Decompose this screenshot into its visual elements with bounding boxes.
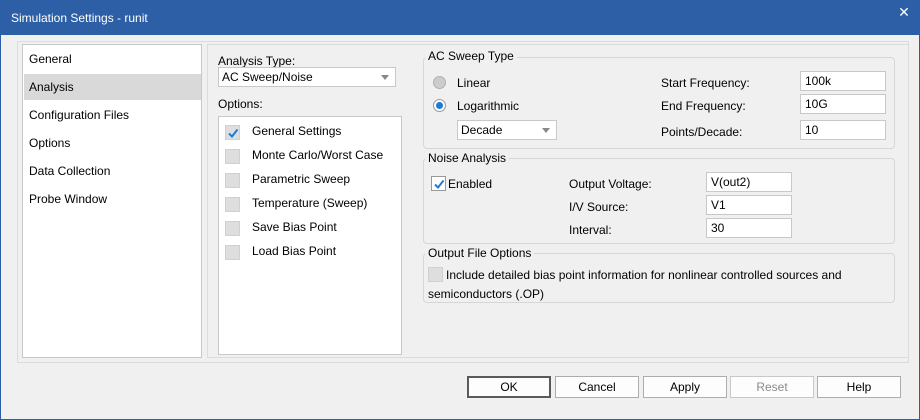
checkbox-icon[interactable] [225,197,240,212]
option-label: Load Bias Point [252,244,337,258]
bias-point-checkbox[interactable] [428,267,443,282]
nav-item-general[interactable]: General [24,46,201,72]
list-item-save-bias-point[interactable]: Save Bias Point [225,218,395,238]
checkbox-icon[interactable] [225,221,240,236]
nav-item-configuration-files[interactable]: Configuration Files [24,102,201,128]
list-item-temperature-sweep[interactable]: Temperature (Sweep) [225,194,395,214]
start-frequency-value: 100k [805,74,832,88]
list-item-monte-carlo[interactable]: Monte Carlo/Worst Case [225,146,395,166]
start-frequency-label: Start Frequency: [661,76,750,90]
output-voltage-field[interactable]: V(out2) [706,172,792,192]
output-voltage-value: V(out2) [711,175,751,189]
title-bar[interactable]: Simulation Settings - runit ✕ [1,1,919,35]
logarithmic-label: Logarithmic [457,99,520,113]
nav-item-label: Probe Window [29,192,108,206]
interval-label: Interval: [569,223,612,237]
iv-source-label: I/V Source: [569,200,629,214]
output-voltage-label: Output Voltage: [569,177,652,191]
log-type-select[interactable]: Decade [457,120,557,140]
option-label: Temperature (Sweep) [252,196,368,210]
iv-source-value: V1 [711,198,726,212]
noise-enabled-label: Enabled [448,177,493,191]
nav-item-label: General [29,52,72,66]
analysis-type-label: Analysis Type: [218,54,296,68]
log-type-value: Decade [461,123,503,137]
bias-point-label-line1: Include detailed bias point information … [446,268,842,282]
window-title: Simulation Settings - runit [11,11,148,25]
points-per-decade-field[interactable]: 10 [800,120,886,140]
end-frequency-field[interactable]: 10G [800,94,886,114]
interval-field[interactable]: 30 [706,218,792,238]
interval-value: 30 [711,221,725,235]
checkbox-icon[interactable] [225,173,240,188]
nav-item-label: Configuration Files [29,108,130,122]
ac-sweep-group-title: AC Sweep Type [425,49,517,63]
bias-point-label-line2: semiconductors (.OP) [428,287,545,301]
nav-item-label: Analysis [29,80,74,94]
start-frequency-field[interactable]: 100k [800,71,886,91]
cancel-button[interactable]: Cancel [555,376,639,398]
end-frequency-label: End Frequency: [661,99,746,113]
analysis-type-select[interactable]: AC Sweep/Noise [218,67,396,87]
noise-enabled-checkbox[interactable] [431,176,446,191]
help-button[interactable]: Help [817,376,901,398]
points-per-decade-value: 10 [805,123,819,137]
noise-analysis-group [423,158,895,244]
checkbox-icon[interactable] [225,245,240,260]
close-icon[interactable]: ✕ [889,1,919,23]
list-item-parametric-sweep[interactable]: Parametric Sweep [225,170,395,190]
reset-button[interactable]: Reset [730,376,814,398]
option-label: General Settings [252,124,342,138]
list-item-general-settings[interactable]: General Settings [225,122,395,142]
dialog-window: Simulation Settings - runit ✕ General An… [0,0,920,420]
nav-item-options[interactable]: Options [24,130,201,156]
nav-item-data-collection[interactable]: Data Collection [24,158,201,184]
option-label: Monte Carlo/Worst Case [252,148,384,162]
chevron-down-icon [381,75,389,80]
noise-analysis-group-title: Noise Analysis [425,151,510,165]
linear-radio[interactable] [433,76,446,89]
checkbox-checked-icon[interactable] [225,125,240,140]
linear-label: Linear [457,76,491,90]
option-label: Save Bias Point [252,220,337,234]
end-frequency-value: 10G [805,97,828,111]
option-label: Parametric Sweep [252,172,351,186]
apply-button[interactable]: Apply [643,376,727,398]
nav-item-label: Options [29,136,71,150]
nav-item-probe-window[interactable]: Probe Window [24,186,201,212]
list-item-load-bias-point[interactable]: Load Bias Point [225,242,395,262]
output-file-group-title: Output File Options [425,246,535,260]
analysis-type-value: AC Sweep/Noise [222,70,313,84]
ok-button[interactable]: OK [467,376,551,398]
iv-source-field[interactable]: V1 [706,195,792,215]
logarithmic-radio[interactable] [433,99,446,112]
options-label: Options: [218,97,263,111]
points-per-decade-label: Points/Decade: [661,125,743,139]
checkbox-icon[interactable] [225,149,240,164]
settings-nav: General Analysis Configuration Files Opt… [22,44,202,358]
chevron-down-icon [542,128,550,133]
nav-item-label: Data Collection [29,164,111,178]
options-list: General Settings Monte Carlo/Worst Case … [218,116,402,355]
nav-item-analysis[interactable]: Analysis [24,74,201,100]
